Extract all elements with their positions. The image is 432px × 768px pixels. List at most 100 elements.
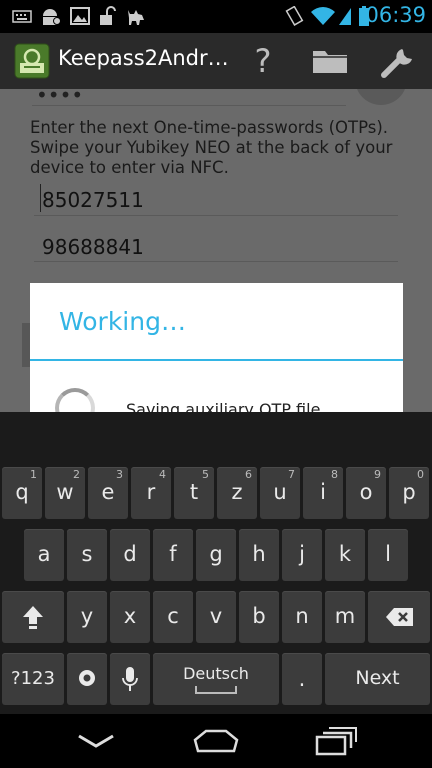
- keyboard-icon: [12, 10, 32, 23]
- backspace-key[interactable]: [368, 591, 430, 643]
- key-x-label: x: [123, 604, 137, 628]
- key-b[interactable]: b: [239, 591, 279, 643]
- image-icon: [70, 7, 90, 25]
- key-m-label: m: [334, 604, 356, 628]
- key-d[interactable]: d: [110, 529, 150, 581]
- action-bar: Keepass2Andr… ?: [0, 33, 432, 89]
- shift-icon: [23, 606, 43, 629]
- folder-icon[interactable]: [311, 45, 349, 75]
- voice-input-key[interactable]: [110, 653, 150, 705]
- key-c[interactable]: c: [153, 591, 193, 643]
- key-x[interactable]: x: [110, 591, 150, 643]
- clock: 06:39: [365, 3, 426, 27]
- key-k-label: k: [338, 542, 352, 566]
- space-icon: [195, 686, 237, 694]
- otp-field-2[interactable]: 98688841: [42, 235, 144, 259]
- key-j-label: j: [299, 542, 305, 566]
- key-i-label: i: [320, 480, 326, 504]
- key-l-label: l: [385, 542, 391, 566]
- app-logo-icon[interactable]: [14, 43, 50, 79]
- deer-icon: [128, 10, 144, 25]
- symbols-key-label: ?123: [11, 668, 55, 689]
- key-o[interactable]: 9o: [346, 467, 386, 519]
- key-l[interactable]: l: [368, 529, 408, 581]
- key-d-label: d: [123, 542, 137, 566]
- key-b-label: b: [252, 604, 266, 628]
- key-u-label: u: [273, 480, 287, 504]
- key-w-label: w: [56, 480, 74, 504]
- otp-underline-1: [34, 215, 398, 216]
- svg-text:?: ?: [255, 43, 272, 79]
- otp-underline-2: [34, 261, 398, 262]
- spacebar-language-label: Deutsch: [183, 664, 249, 683]
- otp-prompt-text: Enter the next One-time-passwords (OTPs)…: [30, 118, 393, 177]
- key-p[interactable]: 0p: [389, 467, 429, 519]
- dialog-title: Working…: [59, 307, 186, 336]
- key-y-label: y: [80, 604, 94, 628]
- next-key-label: Next: [355, 667, 400, 689]
- key-k[interactable]: k: [325, 529, 365, 581]
- wrench-icon[interactable]: [380, 43, 418, 79]
- key-c-label: c: [167, 604, 179, 628]
- key-n-label: n: [295, 604, 309, 628]
- otp-field-1[interactable]: 85027511: [42, 188, 144, 212]
- next-key[interactable]: Next: [325, 653, 430, 705]
- key-z[interactable]: 6z: [217, 467, 257, 519]
- key-e[interactable]: 3e: [88, 467, 128, 519]
- shift-key[interactable]: [2, 591, 64, 643]
- settings-gear-icon: [79, 670, 95, 686]
- key-v-label: v: [209, 604, 223, 628]
- back-down-icon[interactable]: [76, 730, 116, 752]
- key-p-label: p: [402, 480, 416, 504]
- key-n[interactable]: n: [282, 591, 322, 643]
- key-q[interactable]: 1q: [2, 467, 42, 519]
- microphone-icon: [122, 667, 138, 691]
- key-a-label: a: [37, 542, 51, 566]
- key-r-label: r: [146, 480, 156, 504]
- home-icon[interactable]: [192, 728, 240, 754]
- key-r[interactable]: 4r: [131, 467, 171, 519]
- wifi-icon: [311, 7, 335, 25]
- unlock-icon: [100, 6, 116, 25]
- key-g[interactable]: g: [196, 529, 236, 581]
- key-g-label: g: [209, 542, 223, 566]
- key-u[interactable]: 7u: [260, 467, 300, 519]
- navigation-bar: [0, 714, 432, 768]
- text-cursor: [40, 184, 41, 212]
- key-t[interactable]: 5t: [174, 467, 214, 519]
- key-s[interactable]: s: [67, 529, 107, 581]
- dialog-divider: [30, 359, 403, 361]
- key-j[interactable]: j: [282, 529, 322, 581]
- key-v[interactable]: v: [196, 591, 236, 643]
- key-s-label: s: [81, 542, 93, 566]
- period-key[interactable]: .: [282, 653, 322, 705]
- help-icon[interactable]: ?: [248, 43, 278, 79]
- key-w[interactable]: 2w: [45, 467, 85, 519]
- soft-keyboard: 1q 2w 3e 4r 5t 6z 7u 8i 9o 0p a s d f g …: [0, 412, 432, 714]
- period-key-label: .: [298, 667, 306, 691]
- key-y[interactable]: y: [67, 591, 107, 643]
- key-o-label: o: [359, 480, 373, 504]
- key-i[interactable]: 8i: [303, 467, 343, 519]
- signal-icon: [339, 8, 351, 25]
- symbols-key[interactable]: ?123: [2, 653, 64, 705]
- key-m[interactable]: m: [325, 591, 365, 643]
- key-f[interactable]: f: [153, 529, 193, 581]
- key-q-label: q: [15, 480, 29, 504]
- key-h-label: h: [252, 542, 266, 566]
- status-bar: 06:39: [0, 0, 432, 33]
- hidden-button-edge: [22, 323, 30, 367]
- key-h[interactable]: h: [239, 529, 279, 581]
- key-e-label: e: [101, 480, 115, 504]
- backspace-icon: [386, 608, 413, 626]
- spacebar-key[interactable]: Deutsch: [153, 653, 279, 705]
- vibrate-icon: [285, 6, 304, 26]
- app-title: Keepass2Andr…: [58, 46, 229, 70]
- key-f-label: f: [169, 542, 177, 566]
- key-a[interactable]: a: [24, 529, 64, 581]
- key-t-label: t: [189, 480, 199, 504]
- password-toggle-button[interactable]: [355, 89, 407, 105]
- recent-apps-icon[interactable]: [314, 726, 358, 756]
- android-icon: [43, 9, 61, 25]
- settings-key[interactable]: [67, 653, 107, 705]
